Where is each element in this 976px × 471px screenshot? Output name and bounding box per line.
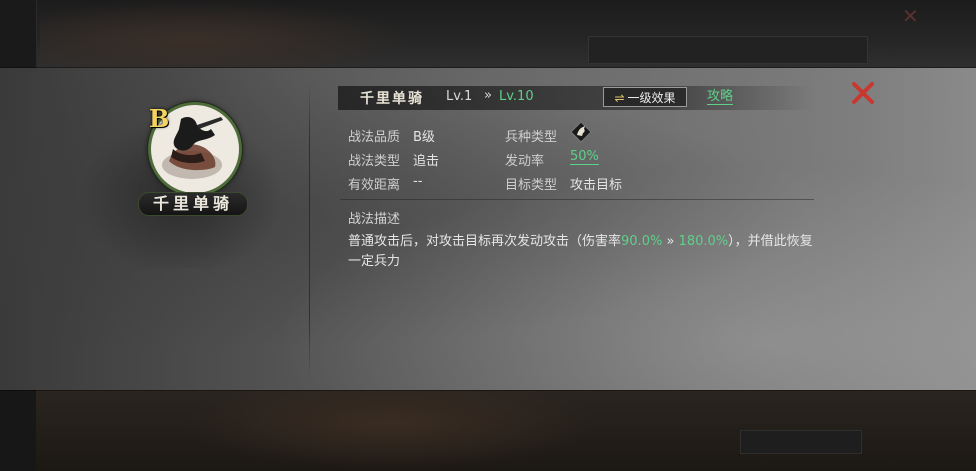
- panel-divider: [309, 80, 310, 378]
- description-text: 普通攻击后，对攻击目标再次发动攻击（伤害率90.0% » 180.0%），并借此…: [348, 232, 820, 272]
- effect-level-label: 一级效果: [627, 91, 676, 105]
- background-close-icon: ✕: [902, 4, 919, 28]
- level-max: Lv.10: [499, 89, 534, 104]
- quality-label: 战法品质: [348, 130, 401, 145]
- background-tab-bar: [588, 36, 868, 64]
- background-scene-bottom: [0, 390, 976, 471]
- quality-value: B级: [413, 130, 435, 145]
- skill-name-plate: 千里单骑: [138, 192, 248, 216]
- section-divider: [340, 199, 814, 200]
- description-part1: 普通攻击后，对攻击目标再次发动攻击（伤害率: [348, 234, 622, 249]
- background-scene-top: ✕: [0, 0, 976, 68]
- strategy-link[interactable]: 攻略: [707, 89, 734, 105]
- skill-grade-badge: B: [149, 104, 170, 133]
- cavalry-horse-icon: [570, 121, 592, 143]
- type-value: 追击: [413, 154, 440, 169]
- background-button: [740, 430, 862, 454]
- type-label: 战法类型: [348, 154, 401, 169]
- background-side-strip: [0, 0, 37, 68]
- range-value: --: [413, 174, 423, 189]
- background-side-strip: [0, 390, 36, 471]
- trigger-rate-label: 发动率: [505, 154, 545, 169]
- level-current: Lv.1: [446, 89, 473, 104]
- level-arrow-icon: »: [484, 88, 492, 103]
- damage-arrow: »: [662, 234, 679, 249]
- target-type-value: 攻击目标: [570, 178, 623, 193]
- background-art: [180, 390, 600, 471]
- skill-detail-panel: B 千里单骑 千里单骑 Lv.1 » Lv.10 ⇌ 一级效果 攻略 战法品质 B…: [0, 68, 976, 390]
- troop-type-label: 兵种类型: [505, 130, 558, 145]
- trigger-rate-value[interactable]: 50%: [570, 150, 599, 165]
- skill-title: 千里单骑: [360, 91, 424, 107]
- close-icon[interactable]: [850, 80, 876, 106]
- swap-arrows-icon: ⇌: [614, 91, 625, 105]
- damage-rate-max: 180.0%: [678, 234, 729, 249]
- description-title: 战法描述: [348, 212, 401, 227]
- target-type-label: 目标类型: [505, 178, 558, 193]
- effect-level-button[interactable]: ⇌ 一级效果: [603, 87, 687, 107]
- range-label: 有效距离: [348, 178, 401, 193]
- damage-rate-min: 90.0%: [621, 234, 663, 249]
- background-art: [40, 0, 420, 68]
